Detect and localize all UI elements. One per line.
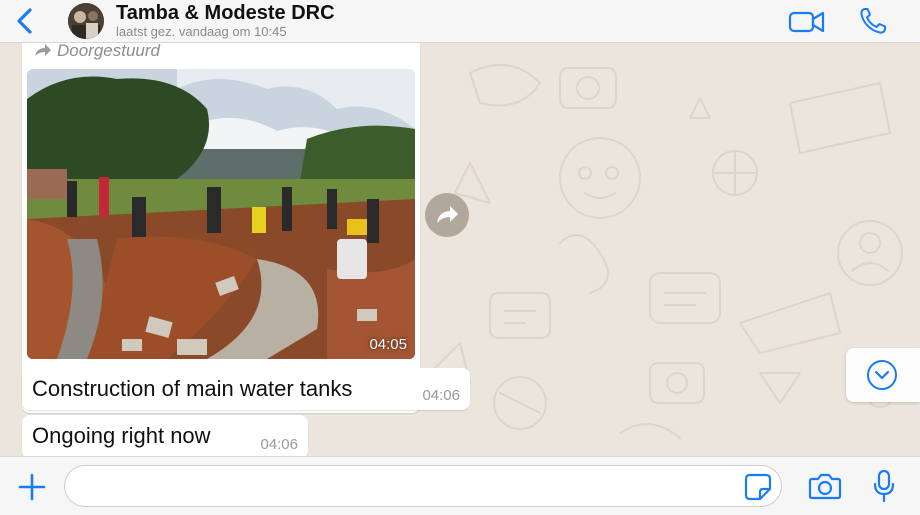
forwarded-text: Doorgestuurd xyxy=(57,43,161,60)
contact-name[interactable]: Tamba & Modeste DRC xyxy=(116,2,335,25)
sticker-icon[interactable] xyxy=(744,473,772,501)
message-text: Ongoing right now xyxy=(32,423,211,448)
forwarded-label: Doorgestuurd xyxy=(34,43,160,61)
share-icon[interactable] xyxy=(425,193,469,237)
video-camera-icon[interactable] xyxy=(788,9,826,35)
construction-photo[interactable]: 04:05 xyxy=(27,69,415,359)
chat-area[interactable]: Doorgestuurd 04:05 Construction of main … xyxy=(0,43,920,456)
chevron-left-icon[interactable] xyxy=(12,7,40,35)
message-input-field[interactable] xyxy=(64,465,782,507)
avatar[interactable] xyxy=(68,3,104,39)
message-input[interactable] xyxy=(81,466,745,506)
forward-arrow-icon xyxy=(35,44,51,56)
composer-bar xyxy=(0,456,920,515)
image-message-bubble[interactable]: Doorgestuurd 04:05 xyxy=(22,43,420,413)
message-bubble[interactable]: Ongoing right now 04:06 xyxy=(22,415,308,456)
message-time: 04:06 xyxy=(422,387,460,404)
message-text: Construction of main water tanks xyxy=(32,376,353,401)
microphone-icon[interactable] xyxy=(872,469,896,503)
camera-icon[interactable] xyxy=(808,471,842,501)
chat-header: Tamba & Modeste DRC laatst gez. vandaag … xyxy=(0,0,920,43)
phone-icon[interactable] xyxy=(858,6,888,36)
chevron-down-icon xyxy=(867,360,897,390)
last-seen-status: laatst gez. vandaag om 10:45 xyxy=(116,24,287,39)
scroll-to-bottom-button[interactable] xyxy=(846,348,920,402)
image-timestamp: 04:05 xyxy=(369,336,407,353)
message-bubble[interactable]: Construction of main water tanks 04:06 xyxy=(22,368,470,410)
plus-icon[interactable] xyxy=(17,472,47,502)
message-time: 04:06 xyxy=(260,436,298,453)
